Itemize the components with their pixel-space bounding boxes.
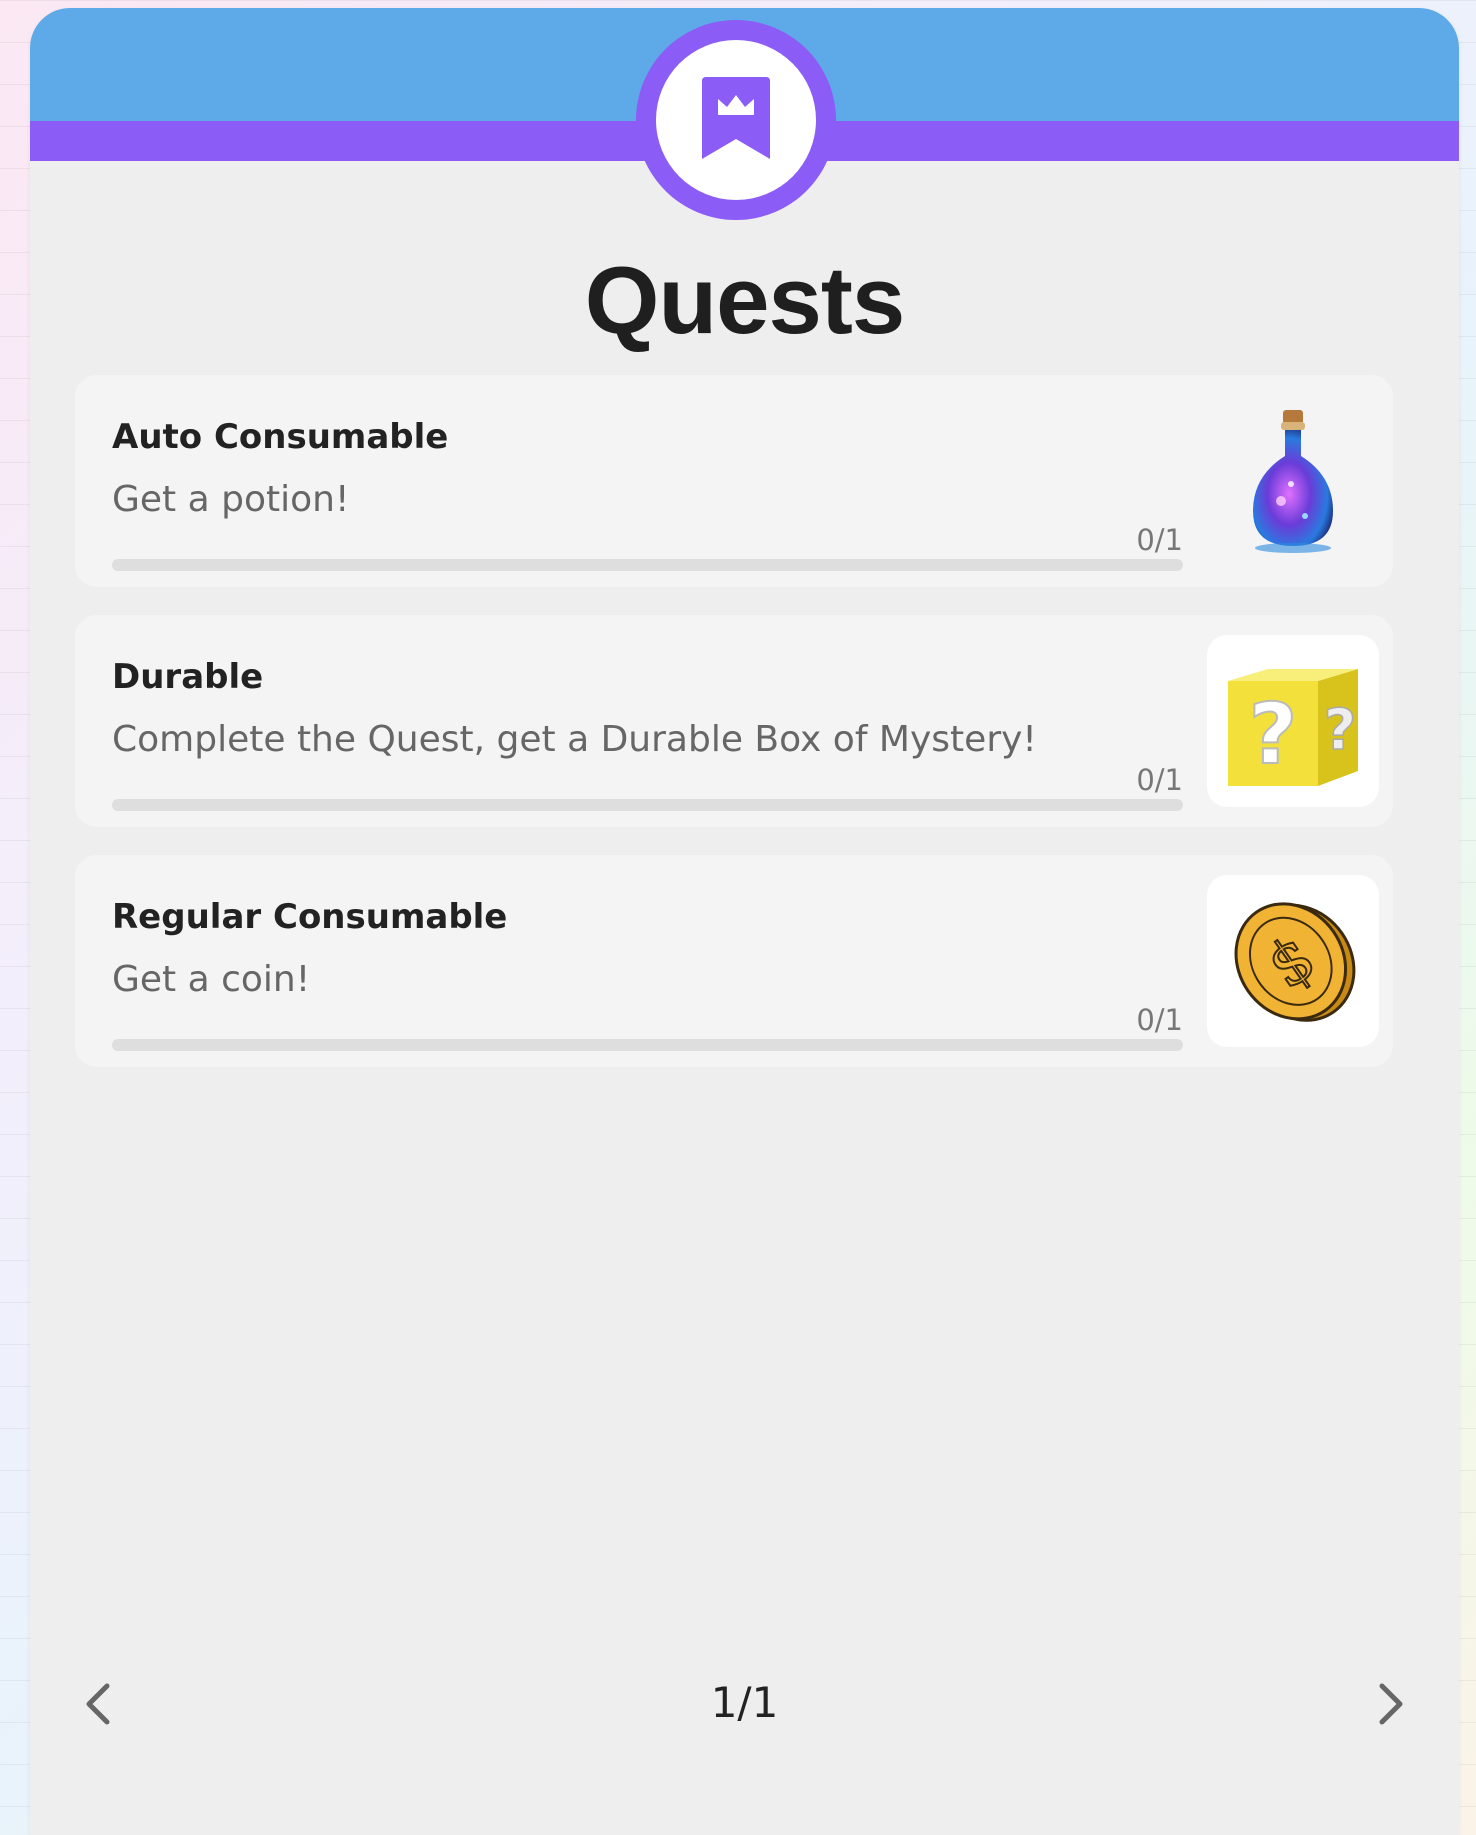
- quest-description: Get a potion!: [112, 479, 350, 520]
- badge-inner: [656, 40, 816, 200]
- quest-card-durable[interactable]: Durable Complete the Quest, get a Durabl…: [75, 615, 1393, 827]
- quest-card-auto-consumable[interactable]: Auto Consumable Get a potion! 0/1: [75, 375, 1393, 587]
- next-page-button[interactable]: [1361, 1674, 1421, 1734]
- svg-text:?: ?: [1249, 685, 1298, 783]
- page-title: Quests: [584, 247, 905, 354]
- quest-progress-label: 0/1: [1136, 763, 1183, 797]
- quest-progress-bar: [112, 1039, 1183, 1051]
- quest-description: Complete the Quest, get a Durable Box of…: [112, 719, 1037, 760]
- pagination: 1/1: [30, 1668, 1459, 1738]
- quest-title: Regular Consumable: [112, 897, 508, 937]
- quest-description: Get a coin!: [112, 959, 311, 1000]
- crown-bookmark-icon: [702, 77, 770, 159]
- quest-title: Durable: [112, 657, 264, 697]
- quest-title: Auto Consumable: [112, 417, 449, 457]
- chevron-right-icon: [1379, 1683, 1403, 1725]
- svg-text:?: ?: [1324, 698, 1356, 763]
- mystery-box-icon: ? ?: [1207, 635, 1379, 807]
- coin-icon: $: [1207, 875, 1379, 1047]
- page-indicator: 1/1: [710, 1678, 779, 1727]
- potion-icon: [1207, 395, 1379, 567]
- quests-panel: Quests Auto Consumable Get a potion! 0/1: [30, 8, 1459, 1835]
- quest-progress-bar: [112, 799, 1183, 811]
- quest-progress-label: 0/1: [1136, 523, 1183, 557]
- quest-progress-label: 0/1: [1136, 1003, 1183, 1037]
- quest-card-regular-consumable[interactable]: Regular Consumable Get a coin! 0/1 $: [75, 855, 1393, 1067]
- quest-progress-bar: [112, 559, 1183, 571]
- quest-badge: [636, 20, 836, 220]
- quest-list: Auto Consumable Get a potion! 0/1 Durabl…: [75, 375, 1393, 1095]
